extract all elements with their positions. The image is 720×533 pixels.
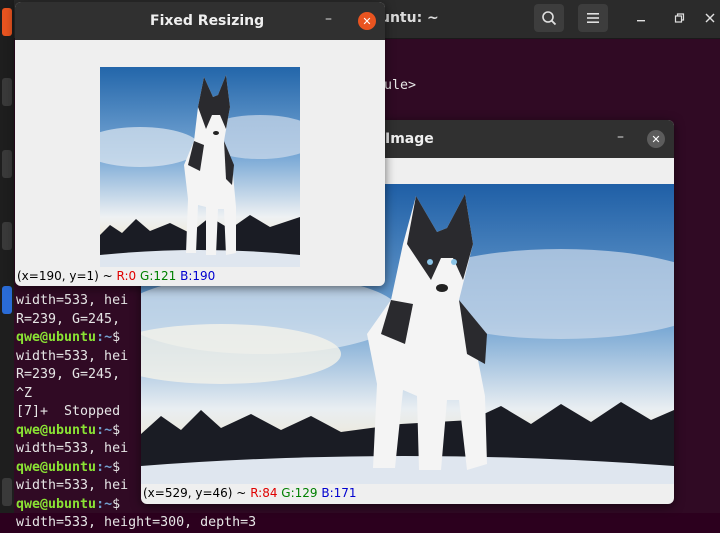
terminal-prompt-line: qwe@ubuntu:~$: [16, 329, 156, 348]
terminal-prompt-line: qwe@ubuntu:~$: [16, 496, 156, 515]
fixed-resizing-window[interactable]: Fixed Resizing – ✕ (x=190, y=1) ~ R:0 G:…: [15, 2, 385, 286]
minimize-icon: [637, 20, 645, 22]
fixed-resizing-title: Fixed Resizing: [150, 13, 265, 29]
prompt-symbol: $: [112, 422, 121, 438]
terminal-output-line: R=239, G=245,: [16, 367, 121, 382]
pixel-blue-value: B:190: [180, 269, 216, 283]
terminal-prompt-line: qwe@ubuntu:~$: [16, 422, 156, 441]
terminal-output[interactable]: width=533, hei R=239, G=245, qwe@ubuntu:~$…: [16, 292, 257, 533]
pixel-blue-value: B:171: [321, 486, 357, 500]
fixed-resizing-titlebar[interactable]: Fixed Resizing – ✕: [15, 2, 385, 40]
prompt-user: qwe@ubuntu: [16, 422, 97, 438]
prompt-path: :~: [96, 330, 113, 345]
prompt-path: :~: [96, 459, 113, 475]
terminal-prompt-line: qwe@ubuntu:~$: [16, 459, 156, 478]
pixel-green-value: G:129: [281, 486, 318, 500]
prompt-symbol: $: [112, 459, 121, 475]
minimize-icon[interactable]: –: [617, 129, 624, 145]
minimize-icon[interactable]: –: [325, 11, 332, 27]
dock-app-icon[interactable]: [2, 222, 12, 250]
prompt-user: qwe@ubuntu: [16, 459, 97, 475]
prompt-user: qwe@ubuntu: [16, 496, 97, 512]
resized-husky-image[interactable]: [100, 67, 300, 267]
close-icon: ✕: [651, 132, 661, 146]
cursor-coordinates: (x=529, y=46) ~: [143, 486, 247, 500]
terminal-close-button[interactable]: [700, 4, 720, 32]
dock-app-icon[interactable]: [2, 150, 12, 178]
fixed-resizing-status-bar: (x=190, y=1) ~ R:0 G:121 B:190: [17, 269, 215, 283]
prompt-path: :~: [96, 496, 113, 512]
close-icon: ✕: [362, 14, 372, 28]
hamburger-menu-icon: [587, 13, 599, 23]
terminal-output-line: width=533, hei: [16, 348, 129, 364]
terminal-minimize-button[interactable]: [626, 4, 656, 32]
close-icon: [705, 13, 715, 23]
dock-app-icon[interactable]: [2, 286, 12, 314]
terminal-output-line: width=533, hei: [16, 478, 129, 493]
restore-icon: [674, 13, 685, 23]
pixel-red-value: R:0: [116, 269, 137, 283]
terminal-text-fragment: ule>: [384, 78, 417, 93]
prompt-symbol: $: [112, 330, 121, 345]
terminal-restore-button[interactable]: [664, 4, 694, 32]
fixed-resizing-close-button[interactable]: ✕: [358, 12, 376, 30]
terminal-output-line: width=533, height=300, depth=3: [16, 515, 257, 530]
dock: [0, 0, 14, 513]
terminal-output-line: width=533, hei: [16, 293, 129, 308]
pixel-red-value: R:84: [250, 486, 278, 500]
search-button[interactable]: [534, 4, 564, 32]
image-window-title: Image: [385, 131, 434, 147]
pixel-green-value: G:121: [140, 269, 177, 283]
terminal-output-line: width=533, hei: [16, 441, 129, 456]
menu-button[interactable]: [578, 4, 608, 32]
search-icon: [542, 11, 557, 26]
cursor-coordinates: (x=190, y=1) ~: [17, 269, 113, 283]
dock-app-icon[interactable]: [2, 478, 12, 506]
prompt-user: qwe@ubuntu: [16, 330, 97, 345]
image-window-close-button[interactable]: ✕: [647, 130, 665, 148]
terminal-output-line: R=239, G=245,: [16, 311, 121, 327]
dock-app-icon[interactable]: [2, 78, 12, 106]
prompt-symbol: $: [112, 496, 121, 512]
prompt-path: :~: [96, 422, 113, 438]
terminal-output-line: [7]+ Stopped: [16, 404, 121, 419]
image-window-status-bar: (x=529, y=46) ~ R:84 G:129 B:171: [143, 486, 357, 500]
terminal-output-line: ^Z: [16, 385, 33, 401]
dock-app-icon[interactable]: [2, 8, 12, 36]
